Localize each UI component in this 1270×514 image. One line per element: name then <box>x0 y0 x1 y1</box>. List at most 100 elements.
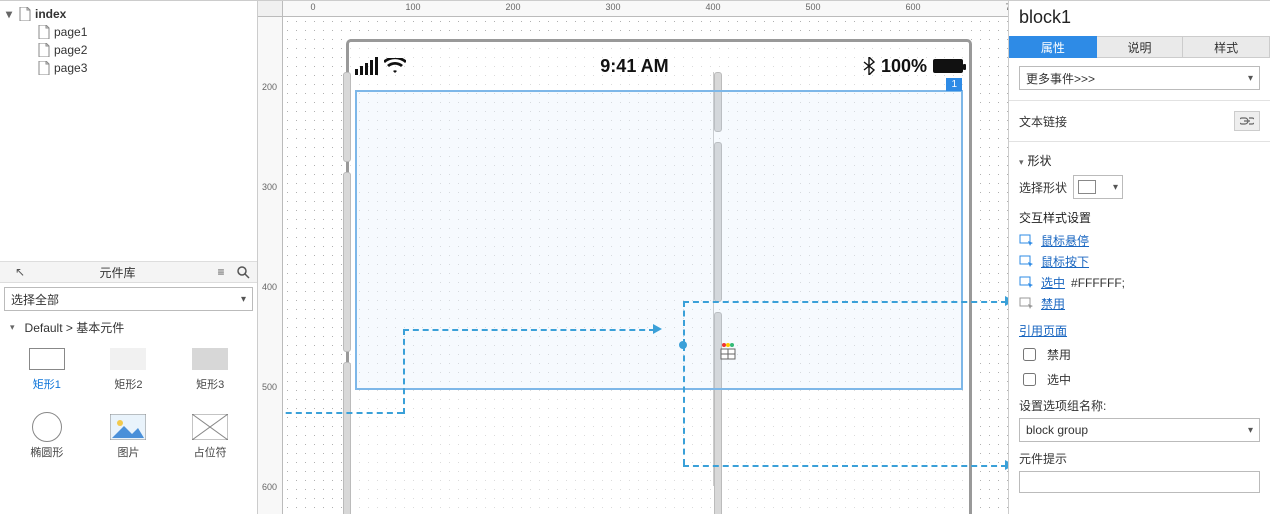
tab-style[interactable]: 样式 <box>1183 36 1270 58</box>
search-icon[interactable] <box>235 264 251 280</box>
device-frame[interactable]: 9:41 AM 100% 1 <box>346 39 972 514</box>
ix-section-title: 交互样式设置 <box>1019 209 1260 226</box>
sitemap-item-label: page3 <box>54 61 87 75</box>
group-name-label: 设置选项组名称: <box>1019 397 1260 414</box>
library-item-label: 图片 <box>117 444 139 460</box>
chevron-down-icon: ▾ <box>241 294 246 305</box>
placeholder-icon <box>192 414 228 440</box>
status-time: 9:41 AM <box>600 56 668 77</box>
library-item-ellipse[interactable]: 椭圆形 <box>12 414 82 476</box>
tab-attributes[interactable]: 属性 <box>1009 36 1097 58</box>
canvas-area[interactable]: 0 100 200 300 400 500 600 700 200 300 40… <box>258 1 1008 514</box>
page-icon <box>38 61 50 75</box>
library-group-label: Default > 基本元件 <box>25 319 125 336</box>
shape-select-row: 选择形状 ▾ <box>1019 175 1260 199</box>
checkbox-disabled-label: 禁用 <box>1047 346 1071 363</box>
tooltip-input[interactable] <box>1019 471 1260 493</box>
ix-selected-value: #FFFFFF; <box>1071 276 1125 290</box>
ix-selected-row[interactable]: 选中 #FFFFFF; <box>1019 274 1260 291</box>
canvas-widget-marker[interactable] <box>719 343 739 364</box>
sitemap-root[interactable]: ▾ index <box>0 5 257 23</box>
library-panel-title: 元件库 <box>100 264 136 281</box>
tab-notes[interactable]: 说明 <box>1097 36 1184 58</box>
page-icon <box>19 7 31 21</box>
status-left <box>355 57 406 75</box>
cursor-icon <box>1019 276 1035 290</box>
library-item-rect3[interactable]: 矩形3 <box>175 346 245 408</box>
left-column: ▾ index page1 page2 page3 ↖ 元件库 ≡ <box>0 1 258 514</box>
selection-index-badge: 1 <box>946 78 962 91</box>
guide-track-left[interactable] <box>343 72 351 486</box>
status-battery-percent: 100% <box>881 56 927 77</box>
cursor-icon <box>1019 234 1035 248</box>
caret-down-icon[interactable]: ▾ <box>6 10 15 19</box>
cursor-icon <box>1019 255 1035 269</box>
chevron-down-icon: ▾ <box>1248 73 1253 84</box>
text-link-row: 文本链接 <box>1019 111 1260 131</box>
ruler-corner <box>258 1 283 17</box>
library-item-label: 占位符 <box>194 444 227 460</box>
text-link-button[interactable] <box>1234 111 1260 131</box>
caret-down-icon[interactable]: ▾ <box>1019 157 1024 167</box>
more-events-label: 更多事件>>> <box>1026 70 1095 87</box>
selected-widget[interactable]: 1 <box>355 90 963 390</box>
ix-mousedown-link[interactable]: 鼠标按下 <box>1041 253 1089 270</box>
ix-disabled-row[interactable]: 禁用 <box>1019 295 1260 312</box>
library-selector[interactable]: 选择全部 ▾ <box>4 287 253 311</box>
page-icon <box>38 43 50 57</box>
ix-disabled-link[interactable]: 禁用 <box>1041 295 1065 312</box>
library-item-placeholder[interactable]: 占位符 <box>175 414 245 476</box>
checkbox-disabled[interactable] <box>1023 348 1036 361</box>
library-item-label: 矩形1 <box>33 376 61 392</box>
collapse-icon[interactable]: ↖ <box>12 264 28 280</box>
status-bar: 9:41 AM 100% <box>355 48 963 84</box>
checkbox-disabled-row[interactable]: 禁用 <box>1019 345 1260 364</box>
library-item-label: 矩形2 <box>114 376 142 392</box>
more-events-dropdown[interactable]: 更多事件>>> ▾ <box>1019 66 1260 90</box>
caret-down-icon: ▾ <box>10 322 15 333</box>
battery-icon <box>933 59 963 73</box>
library-panel-header: ↖ 元件库 ≡ <box>0 261 257 283</box>
canvas-stage[interactable]: 9:41 AM 100% 1 <box>283 17 1008 514</box>
checkbox-selected[interactable] <box>1023 373 1036 386</box>
ix-hover-row[interactable]: 鼠标悬停 <box>1019 232 1260 249</box>
shape-select-label: 选择形状 <box>1019 179 1067 196</box>
status-right: 100% <box>863 56 963 77</box>
cursor-icon <box>1019 297 1035 311</box>
library-selector-value: 选择全部 <box>11 291 59 308</box>
shape-preview-icon <box>1078 180 1096 194</box>
sitemap-root-label: index <box>35 7 66 21</box>
group-name-input[interactable]: block group ▾ <box>1019 418 1260 442</box>
library-group-header[interactable]: ▾ Default > 基本元件 <box>0 315 257 340</box>
image-icon <box>110 414 146 440</box>
ruler-vertical[interactable]: 200 300 400 500 600 <box>258 17 283 514</box>
ix-selected-link[interactable]: 选中 <box>1041 274 1065 291</box>
chevron-down-icon: ▾ <box>1113 182 1118 193</box>
inspector-tabs: 属性 说明 样式 <box>1009 36 1270 58</box>
checkbox-selected-label: 选中 <box>1047 371 1071 388</box>
tooltip-field: 元件提示 <box>1019 450 1260 493</box>
sitemap-item[interactable]: page1 <box>0 23 257 41</box>
sitemap-panel: ▾ index page1 page2 page3 <box>0 1 257 261</box>
checkbox-selected-row[interactable]: 选中 <box>1019 370 1260 389</box>
group-name-field: 设置选项组名称: block group ▾ <box>1019 397 1260 442</box>
shape-section-title: 形状 <box>1028 154 1052 168</box>
inspector-object-name[interactable]: block1 <box>1009 1 1270 36</box>
text-link-label: 文本链接 <box>1019 113 1226 130</box>
sitemap-item-label: page2 <box>54 43 87 57</box>
ix-hover-link[interactable]: 鼠标悬停 <box>1041 232 1089 249</box>
sitemap-item[interactable]: page2 <box>0 41 257 59</box>
sitemap-item[interactable]: page3 <box>0 59 257 77</box>
shape-select-dropdown[interactable]: ▾ <box>1073 175 1123 199</box>
library-item-image[interactable]: 图片 <box>94 414 164 476</box>
library-item-label: 矩形3 <box>196 376 224 392</box>
menu-icon[interactable]: ≡ <box>213 264 229 280</box>
library-item-label: 椭圆形 <box>30 444 63 460</box>
ruler-horizontal[interactable]: 0 100 200 300 400 500 600 700 <box>283 1 1008 17</box>
reference-page-link[interactable]: 引用页面 <box>1019 324 1067 338</box>
signal-icon <box>355 57 378 75</box>
ix-mousedown-row[interactable]: 鼠标按下 <box>1019 253 1260 270</box>
library-item-rect1[interactable]: 矩形1 <box>12 346 82 408</box>
inspector-panel: block1 属性 说明 样式 更多事件>>> ▾ 文本链接 ▾ 形状 选择形状 <box>1008 1 1270 514</box>
library-item-rect2[interactable]: 矩形2 <box>94 346 164 408</box>
